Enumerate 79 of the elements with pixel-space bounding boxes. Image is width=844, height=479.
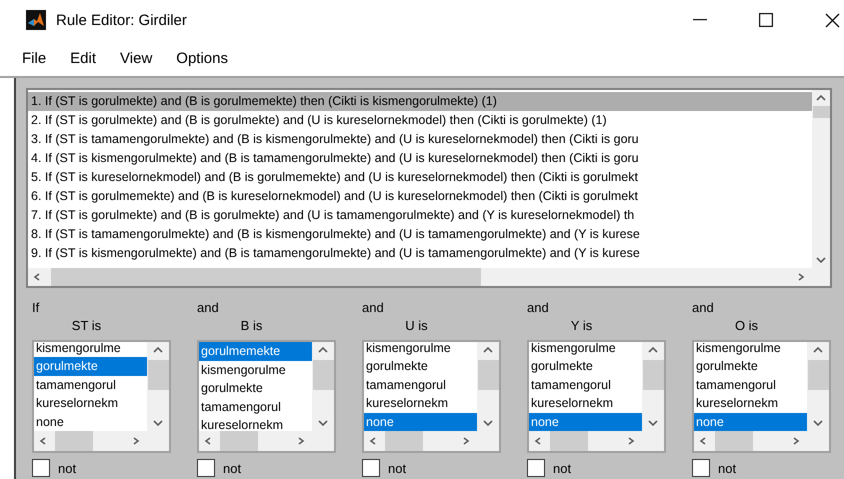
vertical-scrollbar[interactable] bbox=[147, 342, 169, 431]
connective-label: and bbox=[197, 300, 220, 317]
rule-item[interactable]: 1. If (ST is gorulmekte) and (B is gorulmemekte) then (Cikti is kismengorulmekte) (1) bbox=[28, 92, 812, 111]
scroll-down-icon[interactable] bbox=[813, 419, 823, 427]
scroll-thumb[interactable] bbox=[808, 360, 828, 390]
not-checkbox[interactable] bbox=[692, 459, 710, 477]
scroll-right-icon[interactable] bbox=[462, 437, 472, 445]
not-label: not bbox=[223, 460, 242, 476]
scroll-thumb[interactable] bbox=[51, 268, 481, 286]
scroll-right-icon[interactable] bbox=[797, 273, 807, 281]
scroll-thumb[interactable] bbox=[550, 431, 588, 451]
not-checkbox[interactable] bbox=[362, 459, 380, 477]
variable-label: Y is bbox=[570, 318, 592, 335]
horizontal-scrollbar[interactable] bbox=[199, 431, 312, 451]
connective-label: and bbox=[692, 300, 715, 317]
scroll-thumb[interactable] bbox=[385, 431, 423, 451]
app-logo-icon bbox=[26, 10, 46, 30]
scroll-down-icon[interactable] bbox=[318, 419, 328, 427]
scroll-up-icon[interactable] bbox=[483, 346, 493, 354]
connective-label: and bbox=[527, 300, 550, 317]
minimize-icon[interactable] bbox=[693, 19, 707, 21]
not-checkbox[interactable] bbox=[197, 459, 215, 477]
scroll-thumb[interactable] bbox=[220, 431, 258, 451]
list-item[interactable]: tamamengorul bbox=[34, 376, 147, 394]
list-item[interactable]: none bbox=[364, 412, 477, 431]
connective-label: and bbox=[362, 300, 385, 317]
vertical-scrollbar[interactable] bbox=[312, 342, 334, 431]
vertical-scrollbar[interactable] bbox=[807, 342, 829, 431]
menu-item[interactable]: Edit bbox=[70, 50, 96, 66]
list-item[interactable]: none bbox=[694, 412, 807, 431]
horizontal-scrollbar[interactable] bbox=[34, 431, 147, 451]
scroll-thumb[interactable] bbox=[478, 360, 498, 390]
list-item[interactable]: gorulmekte bbox=[34, 357, 147, 376]
not-label: not bbox=[718, 460, 736, 476]
scroll-right-icon[interactable] bbox=[132, 437, 142, 445]
maximize-icon[interactable] bbox=[759, 13, 773, 27]
scroll-down-icon[interactable] bbox=[648, 419, 658, 427]
connective-label: If bbox=[32, 300, 40, 317]
scroll-right-icon[interactable] bbox=[297, 437, 307, 445]
vertical-scrollbar[interactable] bbox=[812, 90, 830, 268]
not-label: not bbox=[58, 460, 76, 476]
list-item[interactable]: gorulmemekte bbox=[199, 342, 312, 360]
variable-label: ST is bbox=[72, 318, 102, 335]
menu-item[interactable]: Options bbox=[176, 50, 228, 66]
scroll-up-icon[interactable] bbox=[153, 346, 163, 354]
scroll-up-icon[interactable] bbox=[318, 346, 328, 354]
scroll-up-icon[interactable] bbox=[648, 346, 658, 354]
scroll-thumb[interactable] bbox=[715, 431, 753, 451]
scroll-down-icon[interactable] bbox=[816, 256, 826, 264]
menu-item[interactable]: View bbox=[120, 50, 152, 66]
scroll-up-icon[interactable] bbox=[816, 94, 826, 102]
scroll-right-icon[interactable] bbox=[627, 437, 637, 445]
horizontal-scrollbar[interactable] bbox=[529, 431, 642, 451]
scroll-thumb[interactable] bbox=[812, 106, 830, 118]
close-icon[interactable] bbox=[825, 12, 840, 28]
window-title: Rule Editor: Girdiler bbox=[56, 12, 188, 28]
scroll-right-icon[interactable] bbox=[792, 437, 802, 445]
menu-item[interactable]: File bbox=[22, 50, 46, 66]
scroll-down-icon[interactable] bbox=[483, 419, 493, 427]
scroll-down-icon[interactable] bbox=[153, 419, 163, 427]
variable-label: O is bbox=[734, 318, 758, 335]
list-item[interactable]: kismengorulme bbox=[199, 360, 312, 379]
horizontal-scrollbar[interactable] bbox=[28, 268, 812, 286]
not-label: not bbox=[553, 460, 572, 476]
vertical-scrollbar[interactable] bbox=[642, 342, 664, 431]
scroll-thumb[interactable] bbox=[55, 431, 93, 451]
scroll-up-icon[interactable] bbox=[813, 346, 823, 354]
variable-label: U is bbox=[405, 318, 428, 335]
vertical-scrollbar[interactable] bbox=[477, 342, 499, 431]
variable-label: B is bbox=[240, 318, 262, 335]
scroll-thumb[interactable] bbox=[642, 360, 664, 390]
not-checkbox[interactable] bbox=[32, 459, 50, 477]
list-item[interactable]: none bbox=[529, 412, 642, 431]
horizontal-scrollbar[interactable] bbox=[694, 431, 807, 451]
scroll-thumb[interactable] bbox=[148, 360, 168, 390]
not-label: not bbox=[388, 460, 406, 476]
not-checkbox[interactable] bbox=[527, 459, 545, 477]
horizontal-scrollbar[interactable] bbox=[364, 431, 477, 451]
scroll-thumb[interactable] bbox=[312, 360, 334, 390]
